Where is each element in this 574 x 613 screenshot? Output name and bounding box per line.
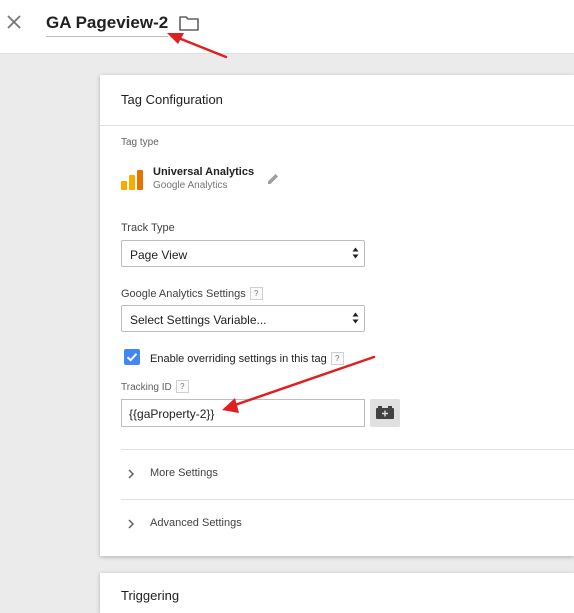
pencil-icon[interactable] bbox=[267, 172, 280, 185]
more-settings-row[interactable]: More Settings bbox=[121, 459, 561, 489]
triggering-title: Triggering bbox=[121, 588, 180, 603]
more-settings-label: More Settings bbox=[150, 467, 218, 479]
divider bbox=[121, 499, 574, 500]
track-type-select[interactable]: Page View bbox=[121, 240, 365, 267]
universal-analytics-logo-icon bbox=[121, 170, 143, 190]
card-header: Tag Configuration bbox=[100, 75, 574, 126]
tag-configuration-card: Tag Configuration Tag type Universal Ana… bbox=[100, 75, 574, 556]
variable-picker-button[interactable] bbox=[370, 399, 400, 427]
variable-picker-icon bbox=[376, 406, 394, 419]
tag-name-input[interactable]: GA Pageview-2 bbox=[46, 13, 168, 33]
tracking-id-label-text: Tracking ID bbox=[121, 382, 172, 393]
folder-icon[interactable] bbox=[178, 14, 200, 32]
tag-type-name: Universal Analytics bbox=[153, 166, 255, 178]
select-arrows-icon bbox=[352, 246, 359, 260]
chevron-right-icon bbox=[127, 517, 135, 529]
divider bbox=[121, 449, 574, 450]
ga-settings-label-text: Google Analytics Settings bbox=[121, 288, 246, 300]
tracking-id-label: Tracking ID? bbox=[121, 380, 189, 393]
help-icon[interactable]: ? bbox=[330, 352, 344, 365]
top-bar: GA Pageview-2 bbox=[0, 0, 574, 54]
check-icon bbox=[126, 353, 138, 362]
ga-settings-value: Select Settings Variable... bbox=[130, 313, 267, 327]
track-type-value: Page View bbox=[130, 248, 188, 262]
ga-settings-label: Google Analytics Settings? bbox=[121, 287, 263, 300]
override-checkbox[interactable] bbox=[124, 349, 140, 365]
tag-name-underline bbox=[46, 36, 168, 37]
ga-settings-select[interactable]: Select Settings Variable... bbox=[121, 305, 365, 332]
close-icon[interactable] bbox=[4, 12, 24, 32]
advanced-settings-label: Advanced Settings bbox=[150, 517, 242, 529]
card-title: Tag Configuration bbox=[121, 92, 223, 107]
tracking-id-input[interactable]: {{gaProperty-2}} bbox=[121, 399, 365, 427]
override-label: Enable overriding settings in this tag? bbox=[150, 352, 344, 365]
override-label-text: Enable overriding settings in this tag bbox=[150, 353, 327, 365]
help-icon[interactable]: ? bbox=[249, 287, 263, 300]
tag-type-vendor: Google Analytics bbox=[153, 180, 228, 191]
tag-type-label: Tag type bbox=[121, 137, 159, 148]
select-arrows-icon bbox=[352, 311, 359, 325]
chevron-right-icon bbox=[127, 467, 135, 479]
triggering-card[interactable]: Triggering bbox=[100, 573, 574, 613]
advanced-settings-row[interactable]: Advanced Settings bbox=[121, 509, 561, 539]
help-icon[interactable]: ? bbox=[175, 380, 189, 393]
track-type-label: Track Type bbox=[121, 222, 175, 234]
tracking-id-value: {{gaProperty-2}} bbox=[129, 407, 215, 421]
